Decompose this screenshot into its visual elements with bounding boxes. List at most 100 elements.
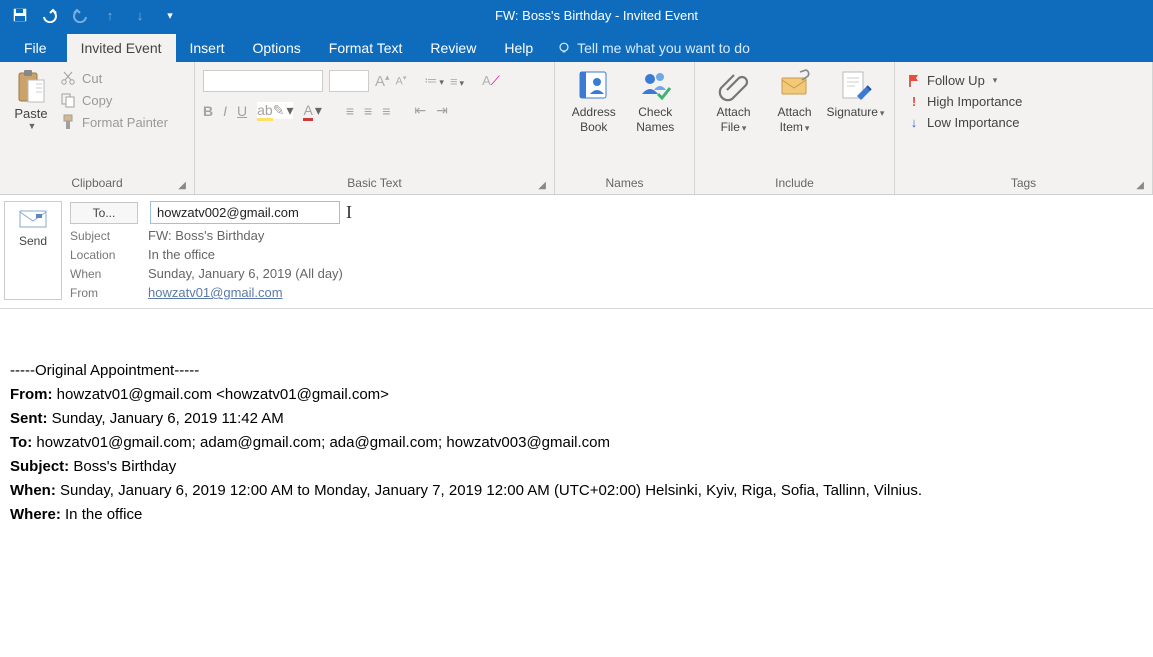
copy-button[interactable]: Copy [60,92,168,108]
paintbrush-icon [60,114,76,130]
clipboard-icon [16,70,46,104]
scissors-icon [60,70,76,86]
address-book-button[interactable]: Address Book [563,66,625,135]
signature-label: Signature [827,105,878,119]
attach-item-button[interactable]: Attach Item▾ [764,66,825,135]
body-when-value: Sunday, January 6, 2019 12:00 AM to Mond… [60,482,922,499]
copy-label: Copy [82,93,112,108]
body-when-label: When: [10,482,56,499]
group-label-clipboard: Clipboard [71,176,122,190]
envelope-icon [19,210,47,228]
high-importance-button[interactable]: ! High Importance [903,91,1026,112]
dialog-launcher-icon[interactable]: ◢ [538,180,546,191]
arrow-up-icon[interactable]: ↑ [100,5,120,25]
ribbon: Paste ▼ Cut Copy Format Painter Clipboar… [0,62,1153,195]
group-include: Attach File▾ Attach Item▾ Signature▾ Inc… [695,62,895,194]
copy-icon [60,92,76,108]
high-importance-label: High Importance [927,94,1022,109]
to-button[interactable]: To... [70,202,138,224]
from-label: From [68,286,136,300]
subject-label: Subject [68,229,136,243]
group-tags: Follow Up▾ ! High Importance ↓ Low Impor… [895,62,1153,194]
bullets-icon[interactable]: ≔▾ [424,73,444,89]
align-left-icon[interactable]: ≡ [346,103,354,119]
cut-label: Cut [82,71,102,86]
format-painter-label: Format Painter [82,115,168,130]
address-book-icon [577,68,611,102]
align-center-icon[interactable]: ≡ [364,103,372,119]
follow-up-button[interactable]: Follow Up▾ [903,70,1026,91]
arrow-down-icon[interactable]: ↓ [130,5,150,25]
signature-button[interactable]: Signature▾ [825,66,886,120]
check-names-button[interactable]: Check Names [625,66,687,135]
text-cursor-icon: I [346,202,352,223]
check-names-label: Check Names [636,105,674,134]
body-from-value: howzatv01@gmail.com <howzatv01@gmail.com… [57,386,389,403]
body-sent-value: Sunday, January 6, 2019 11:42 AM [52,410,284,427]
qat-customize-icon[interactable]: ▾ [160,5,180,25]
font-color-button[interactable]: A▾ [303,102,321,119]
tab-options[interactable]: Options [239,34,315,62]
undo-icon[interactable] [40,5,60,25]
ribbon-tabs: File Invited Event Insert Options Format… [0,30,1153,62]
decrease-indent-icon[interactable]: ⇤ [414,102,426,119]
subject-value[interactable]: FW: Boss's Birthday [148,228,264,243]
paste-label: Paste [14,106,47,121]
dialog-launcher-icon[interactable]: ◢ [178,180,186,191]
group-label-tags: Tags [1011,176,1036,190]
highlight-button[interactable]: ab✎▾ [257,102,293,119]
dialog-launcher-icon[interactable]: ◢ [1136,180,1144,191]
tab-review[interactable]: Review [416,34,490,62]
cut-button[interactable]: Cut [60,70,168,86]
chevron-down-icon: ▼ [28,121,37,131]
to-field[interactable] [150,201,340,224]
body-to-value: howzatv01@gmail.com; adam@gmail.com; ada… [36,434,610,451]
address-book-label: Address Book [572,105,616,134]
align-right-icon[interactable]: ≡ [382,103,390,119]
format-painter-button[interactable]: Format Painter [60,114,168,130]
lightbulb-icon [557,41,571,55]
quick-access-toolbar: ↑ ↓ ▾ [0,5,180,25]
redo-icon[interactable] [70,5,90,25]
window-title: FW: Boss's Birthday - Invited Event [180,8,1013,23]
increase-indent-icon[interactable]: ⇥ [436,102,448,119]
save-icon[interactable] [10,5,30,25]
group-names: Address Book Check Names Names [555,62,695,194]
tab-help[interactable]: Help [490,34,547,62]
tab-file[interactable]: File [10,34,67,62]
group-clipboard: Paste ▼ Cut Copy Format Painter Clipboar… [0,62,195,194]
exclamation-icon: ! [907,94,921,109]
clear-formatting-icon[interactable]: A⟋ [482,73,500,89]
tell-me-search[interactable]: Tell me what you want to do [547,34,760,62]
send-label: Send [19,234,47,248]
body-subject-value: Boss's Birthday [73,458,176,475]
location-value: In the office [148,247,215,262]
font-size-combo[interactable] [329,70,369,92]
low-importance-button[interactable]: ↓ Low Importance [903,112,1026,133]
check-names-icon [638,68,672,102]
paste-button[interactable]: Paste ▼ [8,66,54,131]
bold-button[interactable]: B [203,103,213,119]
group-label-basic-text: Basic Text [347,176,401,190]
attach-item-icon [778,68,812,102]
message-body[interactable]: -----Original Appointment----- From: how… [0,309,1153,537]
tell-me-placeholder: Tell me what you want to do [577,40,750,56]
signature-icon [839,68,873,102]
underline-button[interactable]: U [237,103,247,119]
from-value[interactable]: howzatv01@gmail.com [148,285,283,300]
grow-font-icon[interactable]: A▴ [375,72,390,90]
font-name-combo[interactable] [203,70,323,92]
tab-insert[interactable]: Insert [176,34,239,62]
tab-format-text[interactable]: Format Text [315,34,417,62]
body-divider: -----Original Appointment----- [10,359,1143,383]
attach-file-button[interactable]: Attach File▾ [703,66,764,135]
body-from-label: From: [10,386,53,403]
flag-icon [907,74,921,88]
body-sent-label: Sent: [10,410,48,427]
italic-button[interactable]: I [223,103,227,119]
follow-up-label: Follow Up [927,73,985,88]
numbering-icon[interactable]: ≡▾ [450,74,464,89]
shrink-font-icon[interactable]: A▾ [396,74,407,88]
tab-invited-event[interactable]: Invited Event [67,34,176,62]
send-button[interactable]: Send [4,201,62,300]
